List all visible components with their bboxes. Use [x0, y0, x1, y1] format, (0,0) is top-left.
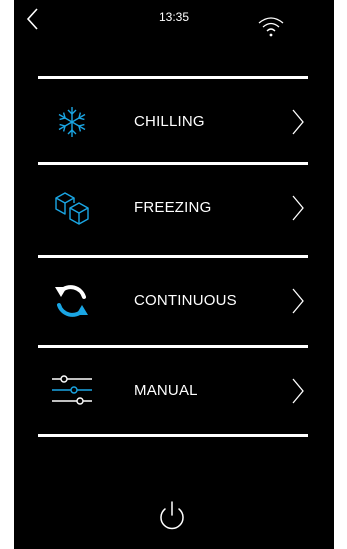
menu-item-label: CHILLING — [134, 113, 205, 130]
menu-item-manual[interactable]: MANUAL — [38, 348, 308, 434]
status-bar: 13:35 — [14, 0, 334, 40]
menu-item-label: CONTINUOUS — [134, 292, 237, 309]
chevron-right-icon — [292, 195, 304, 221]
sliders-icon — [52, 375, 92, 405]
chevron-right-icon — [292, 288, 304, 314]
status-time: 13:35 — [158, 10, 190, 24]
snowflake-icon — [58, 107, 86, 137]
wifi-icon — [258, 17, 284, 37]
menu-item-continuous[interactable]: CONTINUOUS — [38, 258, 308, 344]
menu-item-chilling[interactable]: CHILLING — [38, 79, 308, 165]
divider — [38, 434, 308, 437]
cycle-arrows-icon — [55, 285, 88, 317]
power-icon[interactable] — [154, 498, 190, 534]
app-screen: 13:35 CHILLING FREEZING CONTINUOUS MANUA… — [14, 0, 334, 549]
menu-item-label: FREEZING — [134, 199, 212, 216]
menu-item-freezing[interactable]: FREEZING — [38, 165, 308, 251]
ice-cubes-icon — [55, 192, 89, 225]
chevron-right-icon — [292, 378, 304, 404]
chevron-right-icon — [292, 109, 304, 135]
menu-item-label: MANUAL — [134, 382, 198, 399]
